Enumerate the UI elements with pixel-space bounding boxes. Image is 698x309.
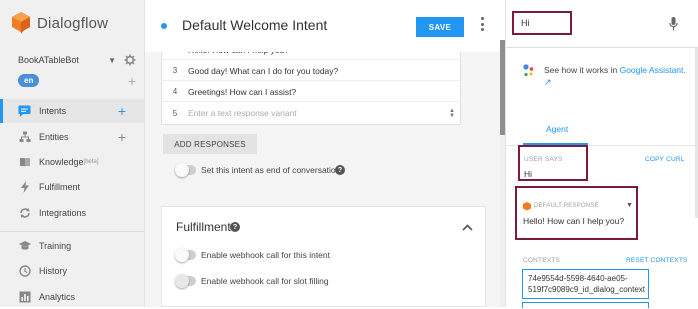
analytics-icon <box>18 291 31 304</box>
default-response-text: Hello! How can I help you? <box>523 216 625 226</box>
chevron-up-icon[interactable] <box>462 224 473 231</box>
add-entity-icon[interactable]: + <box>118 129 126 145</box>
intent-content: 2 Hello! How can I help you? 3 Good day!… <box>145 40 500 307</box>
help-icon[interactable]: ? <box>230 222 240 232</box>
knowledge-icon <box>18 156 31 169</box>
intent-title[interactable]: Default Welcome Intent <box>182 17 327 33</box>
sidebar-item-intents[interactable]: Intents + <box>0 99 144 123</box>
new-response-input[interactable]: 5 Enter a text response variant ▲ ▼ <box>162 103 460 123</box>
dialogflow-logo-icon <box>12 12 30 34</box>
fulfillment-title: Fulfillment <box>176 220 231 234</box>
dialogflow-logo-icon <box>523 202 531 211</box>
sidebar-item-label: Fulfillment <box>39 182 81 192</box>
webhook-label: Enable webhook call for this intent <box>201 250 330 260</box>
training-icon <box>18 240 31 253</box>
resize-stepper-icon[interactable]: ▲ ▼ <box>449 108 455 119</box>
fulfillment-card: Fulfillment ? Enable webhook call for th… <box>161 206 486 307</box>
context-item[interactable] <box>522 302 649 308</box>
help-icon[interactable]: ? <box>335 165 345 175</box>
add-language-icon[interactable]: + <box>128 74 136 88</box>
add-intent-icon[interactable]: + <box>118 103 126 119</box>
intent-editor: 2 Hello! How can I help you? 3 Good day!… <box>145 0 505 307</box>
default-response-section: DEFAULT RESPONSE ▼ Hello! How can I help… <box>515 186 638 240</box>
status-dot <box>161 23 167 29</box>
response-row[interactable]: 3 Good day! What can I do for you today? <box>162 61 460 81</box>
tab-agent[interactable]: Agent <box>546 124 568 134</box>
copy-curl-link[interactable]: COPY CURL <box>645 156 685 163</box>
intent-header: Default Welcome Intent SAVE <box>145 0 505 52</box>
bolt-icon <box>18 181 31 194</box>
sidebar-item-fulfillment[interactable]: Fulfillment <box>0 175 144 199</box>
try-it-input[interactable] <box>512 11 572 35</box>
slot-filling-label: Enable webhook call for slot filling <box>201 276 329 286</box>
external-link-icon[interactable]: ↗ <box>544 77 552 87</box>
response-number: 3 <box>172 66 178 75</box>
responses-card: 2 Hello! How can I help you? 3 Good day!… <box>161 40 461 125</box>
context-item[interactable]: 74e9554d-5598-4640-ae05-519f7c9089c9_id_… <box>522 269 649 299</box>
user-says-section: USER SAYS Hi <box>518 145 588 181</box>
google-assistant-icon <box>523 64 534 77</box>
google-assistant-text: See how it works in Google Assistant. ↗ <box>544 64 686 88</box>
language-chip[interactable]: en <box>18 74 40 87</box>
sidebar-item-knowledge[interactable]: Knowledge [beta] <box>0 150 144 174</box>
sidebar-item-history[interactable]: History <box>0 259 144 283</box>
end-conversation-label: Set this intent as end of conversation <box>201 165 341 175</box>
sidebar-item-label: Knowledge <box>39 157 84 167</box>
google-assistant-hint: See how it works in Google Assistant. ↗ <box>523 64 688 88</box>
reset-contexts-link[interactable]: RESET CONTEXTS <box>626 257 688 264</box>
agent-name: BookATableBot <box>18 55 79 65</box>
sidebar-item-training[interactable]: Training <box>0 234 144 258</box>
entities-icon <box>18 131 31 144</box>
save-button[interactable]: SAVE <box>416 17 464 37</box>
add-responses-button[interactable]: ADD RESPONSES <box>163 134 257 154</box>
response-text: Greetings! How can I assist? <box>188 86 297 97</box>
sidebar-item-integrations[interactable]: Integrations <box>0 201 144 225</box>
sidebar-item-entities[interactable]: Entities + <box>0 125 144 149</box>
end-conversation-toggle[interactable] <box>175 163 196 177</box>
slot-filling-toggle[interactable] <box>175 274 196 288</box>
agent-selector[interactable]: BookATableBot ▼ <box>18 54 136 66</box>
nav-divider <box>0 231 144 232</box>
user-says-value: Hi <box>524 169 533 179</box>
gear-icon[interactable] <box>124 54 136 66</box>
sidebar-item-label: Analytics <box>39 292 76 302</box>
response-row[interactable]: 4 Greetings! How can I assist? <box>162 82 460 102</box>
webhook-toggle[interactable] <box>175 248 196 262</box>
chat-icon <box>18 105 31 118</box>
chevron-down-icon[interactable]: ▼ <box>626 202 633 209</box>
sidebar-item-label: Entities <box>39 132 69 142</box>
more-options-icon[interactable] <box>479 17 485 31</box>
try-it-panel: See how it works in Google Assistant. ↗ … <box>505 0 698 308</box>
response-placeholder: Enter a text response variant <box>188 108 297 118</box>
sidebar-item-label: Integrations <box>39 208 87 218</box>
sidebar-item-label: Training <box>39 241 72 251</box>
user-says-label: USER SAYS <box>524 156 563 163</box>
google-assistant-link[interactable]: Google Assistant. <box>620 65 686 75</box>
history-icon <box>18 265 31 278</box>
logo[interactable]: Dialogflow <box>12 12 108 34</box>
microphone-icon[interactable] <box>669 17 678 31</box>
default-response-label: DEFAULT RESPONSE <box>534 203 599 209</box>
brand-name: Dialogflow <box>37 14 109 32</box>
sidebar-item-label: Intents <box>39 106 67 116</box>
sidebar-item-analytics[interactable]: Analytics <box>0 285 144 309</box>
response-number: 4 <box>172 87 178 96</box>
chevron-down-icon: ▼ <box>108 55 116 65</box>
sidebar-item-label: History <box>39 266 68 276</box>
ga-description: See how it works in <box>544 65 620 75</box>
response-text: Good day! What can I do for you today? <box>188 65 339 76</box>
language-row: en + <box>18 74 136 88</box>
response-number: 5 <box>172 108 178 118</box>
try-it-bar <box>506 0 698 48</box>
sidebar: Dialogflow BookATableBot ▼ en + Intents … <box>0 0 145 307</box>
contexts-label: CONTEXTS <box>523 257 560 264</box>
beta-badge: [beta] <box>83 159 99 165</box>
integrations-icon <box>18 207 31 220</box>
